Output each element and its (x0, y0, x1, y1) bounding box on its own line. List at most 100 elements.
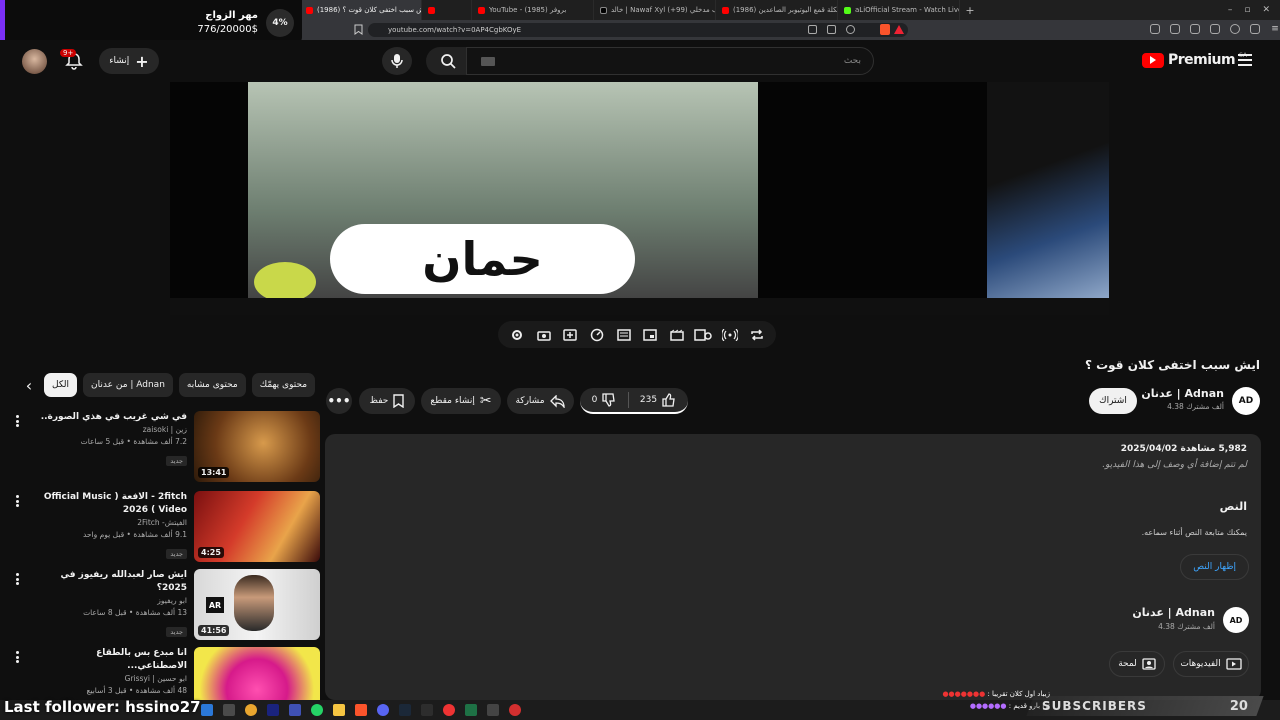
extension-icon[interactable] (1210, 24, 1220, 34)
taskview-icon[interactable] (223, 704, 235, 716)
extension-icon[interactable] (1190, 24, 1200, 34)
app-icon[interactable] (509, 704, 521, 716)
extension-icon[interactable] (1170, 24, 1180, 34)
show-transcript-button[interactable]: إظهار النص (1180, 554, 1249, 580)
browser-tab[interactable]: خالد | Nawaf Xyl (+99) نواف مدخلي@ (594, 0, 716, 20)
video-thumbnail[interactable]: 13:41 (194, 411, 320, 482)
chrome-icon[interactable] (245, 704, 257, 716)
video-thumbnail[interactable]: AR 41:56 (194, 569, 320, 640)
list-item[interactable]: انا مبدع بس بالطقاع الاصطناعي... ابو حسي… (0, 647, 320, 700)
chip-recommended-for-you[interactable]: محتوى يهمّك (251, 373, 316, 397)
premiere-icon[interactable] (267, 704, 279, 716)
app-icon[interactable] (487, 704, 499, 716)
maximize-icon[interactable]: ▫ (1244, 5, 1250, 15)
share-icon[interactable] (846, 25, 855, 34)
add-clip-icon[interactable] (561, 326, 579, 344)
window-icon[interactable] (827, 25, 836, 34)
video-item-channel[interactable]: زين | zaisoki (37, 424, 187, 436)
vpn-icon[interactable] (1230, 24, 1240, 34)
more-vertical-icon[interactable] (12, 649, 22, 665)
browser-tab[interactable]: YouTube - (1985) بروفر (472, 0, 594, 20)
broadcast-icon[interactable] (721, 326, 739, 344)
discord-icon[interactable] (377, 704, 389, 716)
description-box[interactable]: 5,982 مشاهدة 2025/04/02 لم تتم إضافة أي … (325, 434, 1261, 700)
speed-gauge-icon[interactable] (588, 326, 606, 344)
recording-icon[interactable] (443, 704, 455, 716)
chevron-left-icon[interactable]: ‹ (20, 376, 38, 395)
voice-search-button[interactable] (382, 47, 412, 75)
obs-icon[interactable] (421, 704, 433, 716)
watch-view-icon[interactable] (694, 326, 713, 344)
video-item-channel[interactable]: ابو حسين | Grissyi (37, 673, 187, 685)
minimize-icon[interactable]: – (1228, 5, 1233, 15)
dislike-button[interactable]: 0 (580, 393, 628, 407)
whatsapp-icon[interactable] (311, 704, 323, 716)
browser-tab[interactable] (422, 0, 472, 20)
list-item[interactable]: AR 41:56 ايش صار لعبدالله ريفيوز في 2025… (0, 569, 320, 641)
list-item[interactable]: 4:25 2fitch - الافعة ( Official Music Vi… (0, 491, 320, 563)
steam-icon[interactable] (399, 704, 411, 716)
video-item-title[interactable]: ايش صار لعبدالله ريفيوز في 2025؟ (37, 569, 187, 595)
chip-from-channel[interactable]: من عدنان | Adnan (83, 373, 173, 397)
share-button[interactable]: مشاركة (507, 388, 574, 414)
search-button[interactable] (426, 47, 470, 75)
channel-videos-button[interactable]: الفيديوهات (1173, 651, 1249, 677)
save-button[interactable]: حفظ (359, 388, 415, 414)
channel-name[interactable]: عدنان | Adnan (1141, 387, 1224, 400)
video-item-channel[interactable]: الفيتش- 2Fitch (37, 517, 187, 529)
loop-icon[interactable] (748, 326, 766, 344)
avatar[interactable] (22, 49, 47, 74)
subscribe-button[interactable]: اشتراك (1089, 388, 1137, 414)
create-button[interactable]: إنشاء + (99, 48, 159, 74)
video-thumbnail[interactable]: 4:25 (194, 491, 320, 562)
channel-avatar[interactable]: AD (1232, 387, 1260, 415)
brave-shield-icon[interactable] (880, 24, 890, 35)
channel-name-2[interactable]: عدنان | Adnan (1132, 606, 1215, 619)
photoshop-icon[interactable] (289, 704, 301, 716)
more-vertical-icon[interactable] (12, 493, 22, 509)
brave-icon[interactable] (355, 704, 367, 716)
browser-tab-active[interactable]: (1986) ايش سبب اختفى كلان قوت ؟ (300, 0, 422, 20)
browser-tab[interactable]: (1986) مشكلة قمع اليوتيوبر الصاعدين (716, 0, 838, 20)
windows-start-icon[interactable] (201, 704, 213, 716)
keyboard-icon[interactable] (481, 57, 495, 66)
video-item-channel[interactable]: ابو ريفيوز (37, 595, 187, 607)
excel-icon[interactable] (465, 704, 477, 716)
picture-in-picture-icon[interactable] (641, 326, 659, 344)
video-item-title[interactable]: انا مبدع بس بالطقاع الاصطناعي... (37, 647, 187, 673)
brave-rewards-icon[interactable] (894, 25, 904, 34)
close-window-icon[interactable]: ✕ (1262, 5, 1270, 15)
youtube-logo[interactable]: Premium SA (1142, 52, 1247, 68)
folder-icon[interactable] (333, 704, 345, 716)
more-actions-button[interactable]: ••• (326, 388, 352, 414)
screen-icon[interactable] (808, 25, 817, 34)
video-item-title[interactable]: 2fitch - الافعة ( Official Music Video )… (37, 491, 187, 517)
youtube-favicon-icon (428, 6, 435, 14)
new-tab-icon[interactable]: + (960, 4, 980, 17)
channel-avatar-2[interactable]: AD (1223, 607, 1249, 633)
channel-about-button[interactable]: لمحة (1109, 651, 1165, 677)
video-item-title[interactable]: في شي غريب في هذي الصورة.. (37, 411, 187, 424)
hamburger-menu-icon[interactable] (1238, 54, 1252, 66)
chip-all[interactable]: الكل (44, 373, 78, 397)
bookmark-save-icon (393, 394, 405, 408)
video-player[interactable]: حمان (170, 82, 1109, 315)
subtitles-icon[interactable] (615, 326, 633, 344)
browser-tab[interactable]: aLiOfficial Stream - Watch Live o (838, 0, 960, 20)
wallet-icon[interactable] (1250, 24, 1260, 34)
notifications-button[interactable]: 9+ (60, 49, 85, 70)
menu-icon[interactable]: ≡ (1270, 24, 1280, 34)
more-vertical-icon[interactable] (12, 571, 22, 587)
clip-button[interactable]: إنشاء مقطع ✂ (421, 388, 501, 414)
list-item[interactable]: 13:41 في شي غريب في هذي الصورة.. زين | z… (0, 411, 320, 483)
chip-related[interactable]: محتوى مشابه (178, 373, 246, 397)
like-button[interactable]: 235 (629, 393, 687, 407)
clapperboard-icon[interactable] (668, 326, 686, 344)
extension-icon[interactable] (1150, 24, 1160, 34)
video-thumbnail[interactable] (194, 647, 320, 700)
bookmark-icon[interactable] (354, 24, 363, 35)
more-vertical-icon[interactable] (12, 413, 22, 429)
settings-gear-icon[interactable] (508, 326, 526, 344)
screenshot-camera-icon[interactable] (535, 326, 553, 344)
search-input[interactable]: بحث (466, 47, 874, 75)
